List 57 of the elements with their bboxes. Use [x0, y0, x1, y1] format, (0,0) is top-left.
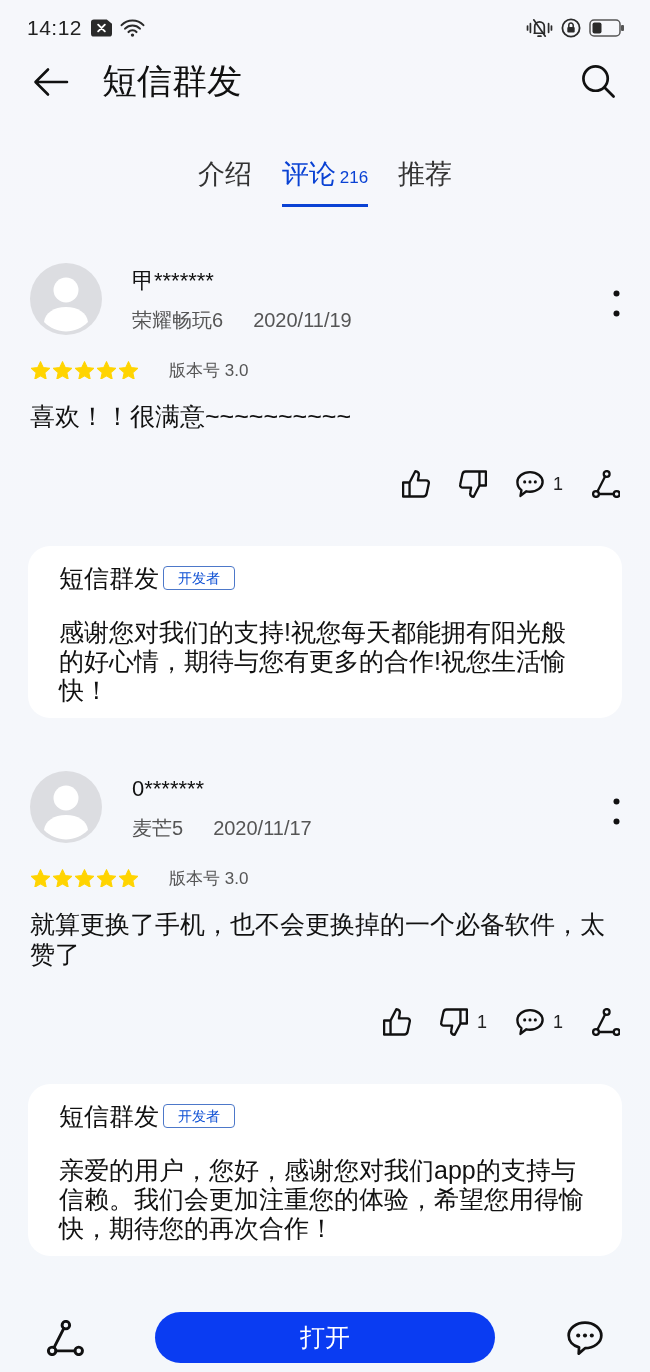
status-time: 14:12	[27, 15, 83, 40]
search-icon[interactable]	[581, 64, 616, 100]
star-icon	[75, 361, 94, 380]
dislike-count: 1	[476, 1011, 487, 1033]
review-text: 就算更换了手机，也不会更换掉的一个必备软件，太赞了	[29, 909, 606, 970]
reply-author: 短信群发	[59, 1101, 159, 1132]
star-icon	[97, 361, 116, 380]
star-icon	[119, 869, 138, 888]
chat-icon[interactable]	[565, 1320, 605, 1355]
share-icon[interactable]	[592, 470, 620, 499]
thumbs-up-icon[interactable]	[382, 1008, 411, 1037]
developer-badge: 开发者	[163, 1104, 235, 1129]
reply-text: 感谢您对我们的支持!祝您每天都能拥有阳光般的好心情，期待与您有更多的合作!祝您生活愉快！	[59, 618, 567, 706]
more-icon[interactable]	[613, 798, 620, 826]
star-icon	[75, 869, 94, 888]
more-icon[interactable]	[613, 290, 620, 318]
device-name: 荣耀畅玩6	[132, 308, 224, 334]
thumbs-up-icon[interactable]	[402, 470, 430, 499]
review-text: 喜欢！！很满意~~~~~~~~~~	[29, 401, 352, 432]
open-button[interactable]: 打开	[154, 1312, 495, 1364]
reply-text: 亲爱的用户，您好，感谢您对我们app的支持与信赖。我们会更加注重您的体验，希望您用得愉快，期待您的再次合作！	[59, 1156, 585, 1244]
user-name: 0*******	[132, 775, 206, 804]
tab[interactable]: 评论 216	[281, 156, 369, 208]
wifi-icon	[120, 18, 146, 37]
comment-icon[interactable]	[516, 470, 544, 499]
version-label: 版本号 3.0	[169, 867, 249, 890]
review-date: 2020/11/17	[213, 816, 312, 842]
avatar-icon	[30, 263, 102, 336]
star-icon	[31, 869, 50, 888]
share-icon[interactable]	[46, 1319, 84, 1356]
star-icon	[97, 869, 116, 888]
developer-badge: 开发者	[163, 566, 235, 591]
tab-count: 216	[339, 167, 369, 190]
star-icon	[53, 361, 72, 380]
comment-count: 1	[553, 473, 563, 495]
avatar-icon	[30, 771, 102, 844]
page-title: 短信群发	[102, 60, 242, 103]
star-icon	[119, 361, 138, 380]
user-name: 甲*******	[132, 267, 215, 296]
share-icon[interactable]	[592, 1008, 620, 1037]
thumbs-down-icon[interactable]	[459, 470, 487, 499]
back-icon[interactable]	[33, 66, 69, 97]
reply-author: 短信群发	[59, 563, 159, 594]
review-date: 2020/11/19	[253, 308, 352, 334]
star-icon	[31, 361, 50, 380]
star-icon	[53, 869, 72, 888]
version-label: 版本号 3.0	[169, 359, 249, 382]
muted-bell-icon	[526, 16, 553, 39]
comment-icon[interactable]	[516, 1008, 544, 1037]
battery-icon	[589, 18, 624, 37]
comment-count: 1	[553, 1011, 563, 1033]
thumbs-down-icon[interactable]	[439, 1008, 468, 1037]
tab[interactable]: 介绍	[197, 156, 252, 208]
device-name: 麦芒5	[132, 816, 184, 842]
tab[interactable]: 推荐	[398, 156, 453, 208]
rotation-lock-icon	[561, 17, 581, 38]
sim-card-icon	[91, 18, 113, 37]
